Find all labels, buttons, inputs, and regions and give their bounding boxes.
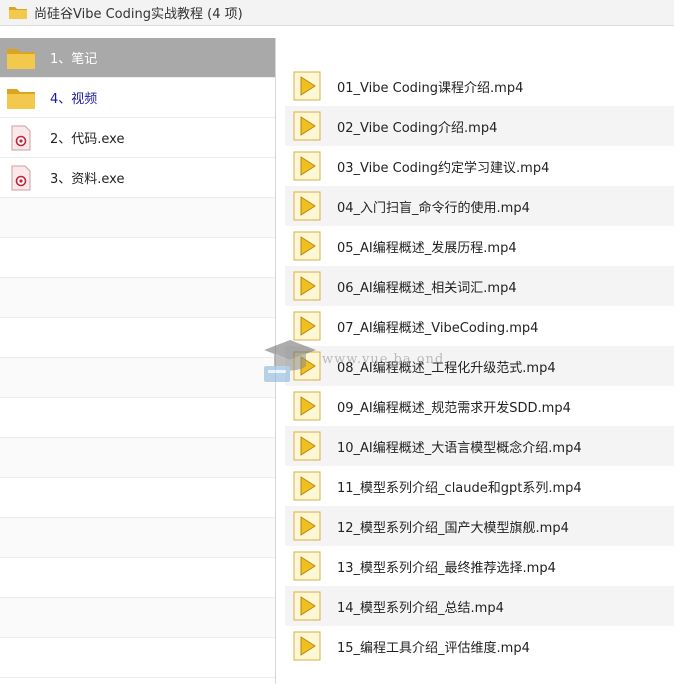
file-row[interactable]: 14_模型系列介绍_总结.mp4 [285,586,674,626]
video-file-icon [293,191,321,221]
file-row[interactable]: 01_Vibe Coding课程介绍.mp4 [285,66,674,106]
file-row[interactable]: 08_AI编程概述_工程化升级范式.mp4 [285,346,674,386]
folder-list: 1、笔记 4、视频 2、代码.exe 3、资料.exe [0,38,275,678]
folder-icon [8,5,28,20]
video-file-icon [293,511,321,541]
empty-row [0,198,275,238]
video-file-icon [293,151,321,181]
empty-row [0,238,275,278]
file-row[interactable]: 07_AI编程概述_VibeCoding.mp4 [285,306,674,346]
video-file-icon [293,551,321,581]
video-file-icon [293,351,321,381]
folder-icon [6,46,36,70]
video-file-icon [293,111,321,141]
folder-item[interactable]: 1、笔记 [0,38,275,78]
file-row[interactable]: 13_模型系列介绍_最终推荐选择.mp4 [285,546,674,586]
file-name: 01_Vibe Coding课程介绍.mp4 [337,80,524,96]
file-row[interactable]: 09_AI编程概述_规范需求开发SDD.mp4 [285,386,674,426]
folder-item-label: 4、视频 [50,92,98,107]
file-list-pane[interactable]: 01_Vibe Coding课程介绍.mp4 02_Vibe Coding介绍.m… [285,66,674,684]
file-list: 01_Vibe Coding课程介绍.mp4 02_Vibe Coding介绍.m… [285,66,674,666]
file-name: 05_AI编程概述_发展历程.mp4 [337,240,517,256]
exe-icon [10,165,32,191]
empty-row [0,318,275,358]
video-file-icon [293,71,321,101]
video-file-icon [293,231,321,261]
folder-item-label: 1、笔记 [50,52,98,67]
folder-item[interactable]: 3、资料.exe [0,158,275,198]
video-file-icon [293,471,321,501]
video-file-icon [293,271,321,301]
folder-icon [6,86,36,110]
exe-icon [10,125,32,151]
file-row[interactable]: 02_Vibe Coding介绍.mp4 [285,106,674,146]
video-file-icon [293,631,321,661]
video-file-icon [293,431,321,461]
file-name: 10_AI编程概述_大语言模型概念介绍.mp4 [337,440,582,456]
empty-row [0,518,275,558]
file-name: 15_编程工具介绍_评估维度.mp4 [337,640,530,656]
folder-item-label: 3、资料.exe [50,172,125,187]
window-titlebar: 尚硅谷Vibe Coding实战教程 (4 项) [0,0,674,26]
video-file-icon [293,391,321,421]
folder-item-label: 2、代码.exe [50,132,125,147]
file-name: 08_AI编程概述_工程化升级范式.mp4 [337,360,556,376]
file-row[interactable]: 12_模型系列介绍_国产大模型旗舰.mp4 [285,506,674,546]
video-file-icon [293,591,321,621]
window-title: 尚硅谷Vibe Coding实战教程 (4 项) [34,7,243,22]
file-name: 06_AI编程概述_相关词汇.mp4 [337,280,517,296]
file-name: 07_AI编程概述_VibeCoding.mp4 [337,320,539,336]
file-name: 02_Vibe Coding介绍.mp4 [337,120,498,136]
folder-item[interactable]: 4、视频 [0,78,275,118]
video-file-icon [293,311,321,341]
file-row[interactable]: 05_AI编程概述_发展历程.mp4 [285,226,674,266]
navigation-pane[interactable]: 1、笔记 4、视频 2、代码.exe 3、资料.exe [0,38,276,684]
file-row[interactable]: 15_编程工具介绍_评估维度.mp4 [285,626,674,666]
empty-row [0,638,275,678]
file-row[interactable]: 04_入门扫盲_命令行的使用.mp4 [285,186,674,226]
file-row[interactable]: 06_AI编程概述_相关词汇.mp4 [285,266,674,306]
file-row[interactable]: 03_Vibe Coding约定学习建议.mp4 [285,146,674,186]
folder-item[interactable]: 2、代码.exe [0,118,275,158]
empty-row [0,278,275,318]
file-name: 12_模型系列介绍_国产大模型旗舰.mp4 [337,520,569,536]
empty-row [0,558,275,598]
empty-row [0,398,275,438]
file-row[interactable]: 10_AI编程概述_大语言模型概念介绍.mp4 [285,426,674,466]
file-name: 04_入门扫盲_命令行的使用.mp4 [337,200,530,216]
file-name: 09_AI编程概述_规范需求开发SDD.mp4 [337,400,571,416]
file-name: 11_模型系列介绍_claude和gpt系列.mp4 [337,480,582,496]
file-name: 14_模型系列介绍_总结.mp4 [337,600,504,616]
file-name: 13_模型系列介绍_最终推荐选择.mp4 [337,560,556,576]
file-name: 03_Vibe Coding约定学习建议.mp4 [337,160,550,176]
empty-row [0,438,275,478]
file-row[interactable]: 11_模型系列介绍_claude和gpt系列.mp4 [285,466,674,506]
empty-row [0,478,275,518]
empty-row [0,598,275,638]
empty-row [0,358,275,398]
